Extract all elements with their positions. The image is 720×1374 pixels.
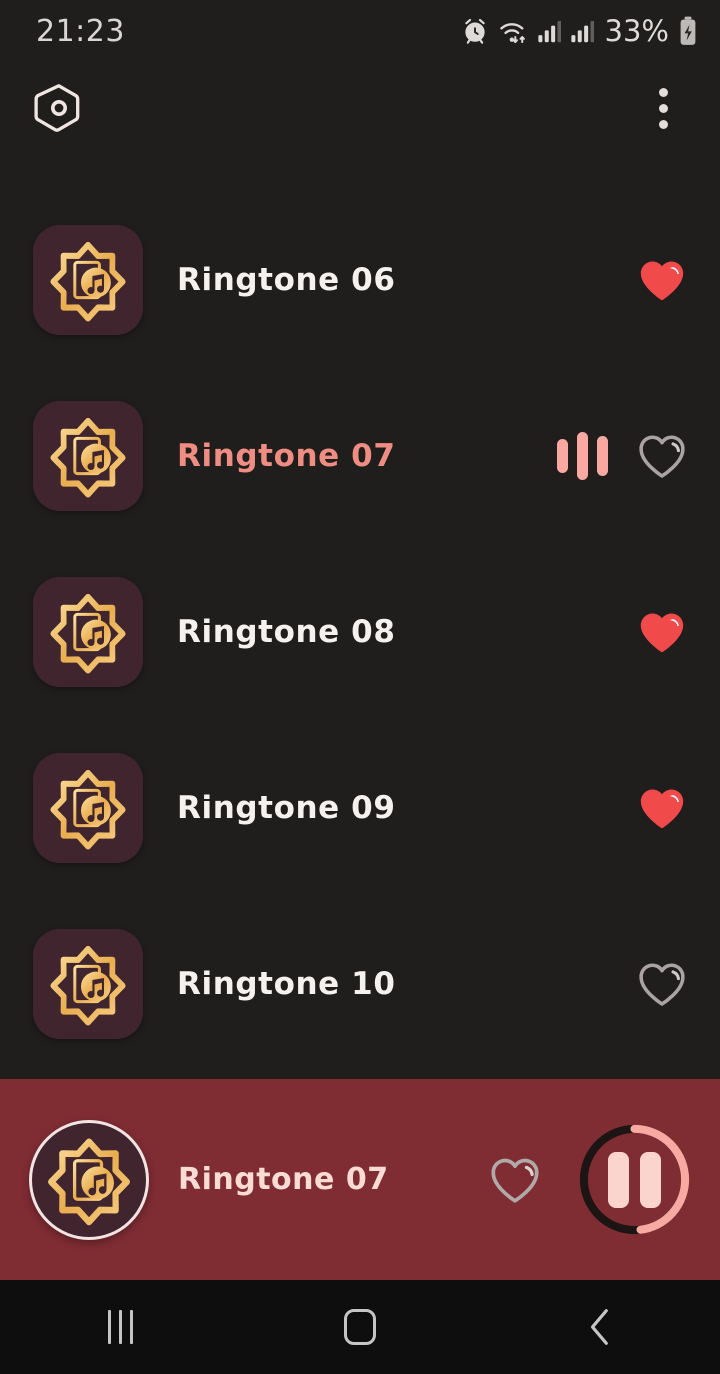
overflow-dot: [658, 103, 668, 113]
list-item-title: Ringtone 08: [177, 614, 396, 650]
pause-button[interactable]: [577, 1122, 692, 1237]
wifi-icon: [498, 17, 528, 45]
battery-charging-icon: [678, 16, 698, 46]
list-item[interactable]: Ringtone 09: [0, 720, 720, 896]
recents-bar: [118, 1310, 122, 1344]
heart-outline-icon[interactable]: [636, 958, 688, 1010]
signal-icon-1: [537, 18, 561, 44]
overflow-dot: [658, 87, 668, 97]
list-item[interactable]: Ringtone 08: [0, 544, 720, 720]
overflow-dot: [658, 119, 668, 129]
ringtone-star-music-icon: [33, 753, 143, 863]
equalizer-bar: [597, 436, 608, 476]
hexagon-logo-icon[interactable]: [30, 79, 88, 137]
home-icon[interactable]: [300, 1280, 420, 1374]
app-screen: 21:23 33% Ringtone 06 Ringtone 07 Ringto…: [0, 0, 720, 1374]
list-item-title: Ringtone 10: [177, 966, 396, 1002]
recents-bar: [107, 1310, 111, 1344]
list-item-title: Ringtone 07: [177, 438, 396, 474]
list-item-actions: [559, 958, 688, 1010]
alarm-icon: [461, 17, 489, 45]
recents-bar: [129, 1310, 133, 1344]
list-item-actions: [559, 606, 688, 658]
list-item[interactable]: Ringtone 06: [0, 192, 720, 368]
app-bar: [0, 62, 720, 154]
ringtone-star-music-icon: [33, 577, 143, 687]
heart-filled-icon[interactable]: [636, 782, 688, 834]
equalizer-bars-icon: [557, 432, 608, 480]
status-bar: 21:23 33%: [0, 0, 720, 62]
heart-outline-icon[interactable]: [487, 1152, 543, 1208]
list-item-actions: [559, 254, 688, 306]
back-chevron-icon[interactable]: [540, 1280, 660, 1374]
list-item-title: Ringtone 06: [177, 262, 396, 298]
list-item[interactable]: Ringtone 10: [0, 896, 720, 1072]
equalizer-bar: [557, 439, 568, 473]
player-album-art[interactable]: [29, 1119, 149, 1240]
player-title: Ringtone 07: [178, 1162, 389, 1197]
battery-percent-label: 33%: [604, 14, 669, 48]
heart-outline-icon[interactable]: [636, 430, 688, 482]
list-item-actions: [557, 430, 688, 482]
signal-icon-2: [570, 18, 594, 44]
pause-icon: [608, 1151, 661, 1208]
list-item-actions: [559, 782, 688, 834]
home-glyph: [344, 1309, 376, 1345]
pause-bar: [640, 1151, 661, 1208]
recents-glyph: [107, 1310, 133, 1344]
list-item[interactable]: Ringtone 07: [0, 368, 720, 544]
recents-icon[interactable]: [60, 1280, 180, 1374]
ringtone-star-music-icon: [33, 401, 143, 511]
pause-bar: [608, 1151, 629, 1208]
heart-filled-icon[interactable]: [636, 606, 688, 658]
ringtone-star-music-icon: [33, 225, 143, 335]
list-item-title: Ringtone 09: [177, 790, 396, 826]
system-nav-bar: [0, 1280, 720, 1374]
ringtone-list: Ringtone 06 Ringtone 07 Ringtone 08 Ring…: [0, 154, 720, 1079]
status-clock: 21:23: [36, 13, 125, 49]
heart-filled-icon[interactable]: [636, 254, 688, 306]
more-vertical-icon[interactable]: [636, 77, 690, 139]
now-playing-bar[interactable]: Ringtone 07: [0, 1079, 720, 1280]
equalizer-bar: [577, 432, 588, 480]
status-icons: 33%: [461, 14, 698, 48]
ringtone-star-music-icon: [33, 929, 143, 1039]
